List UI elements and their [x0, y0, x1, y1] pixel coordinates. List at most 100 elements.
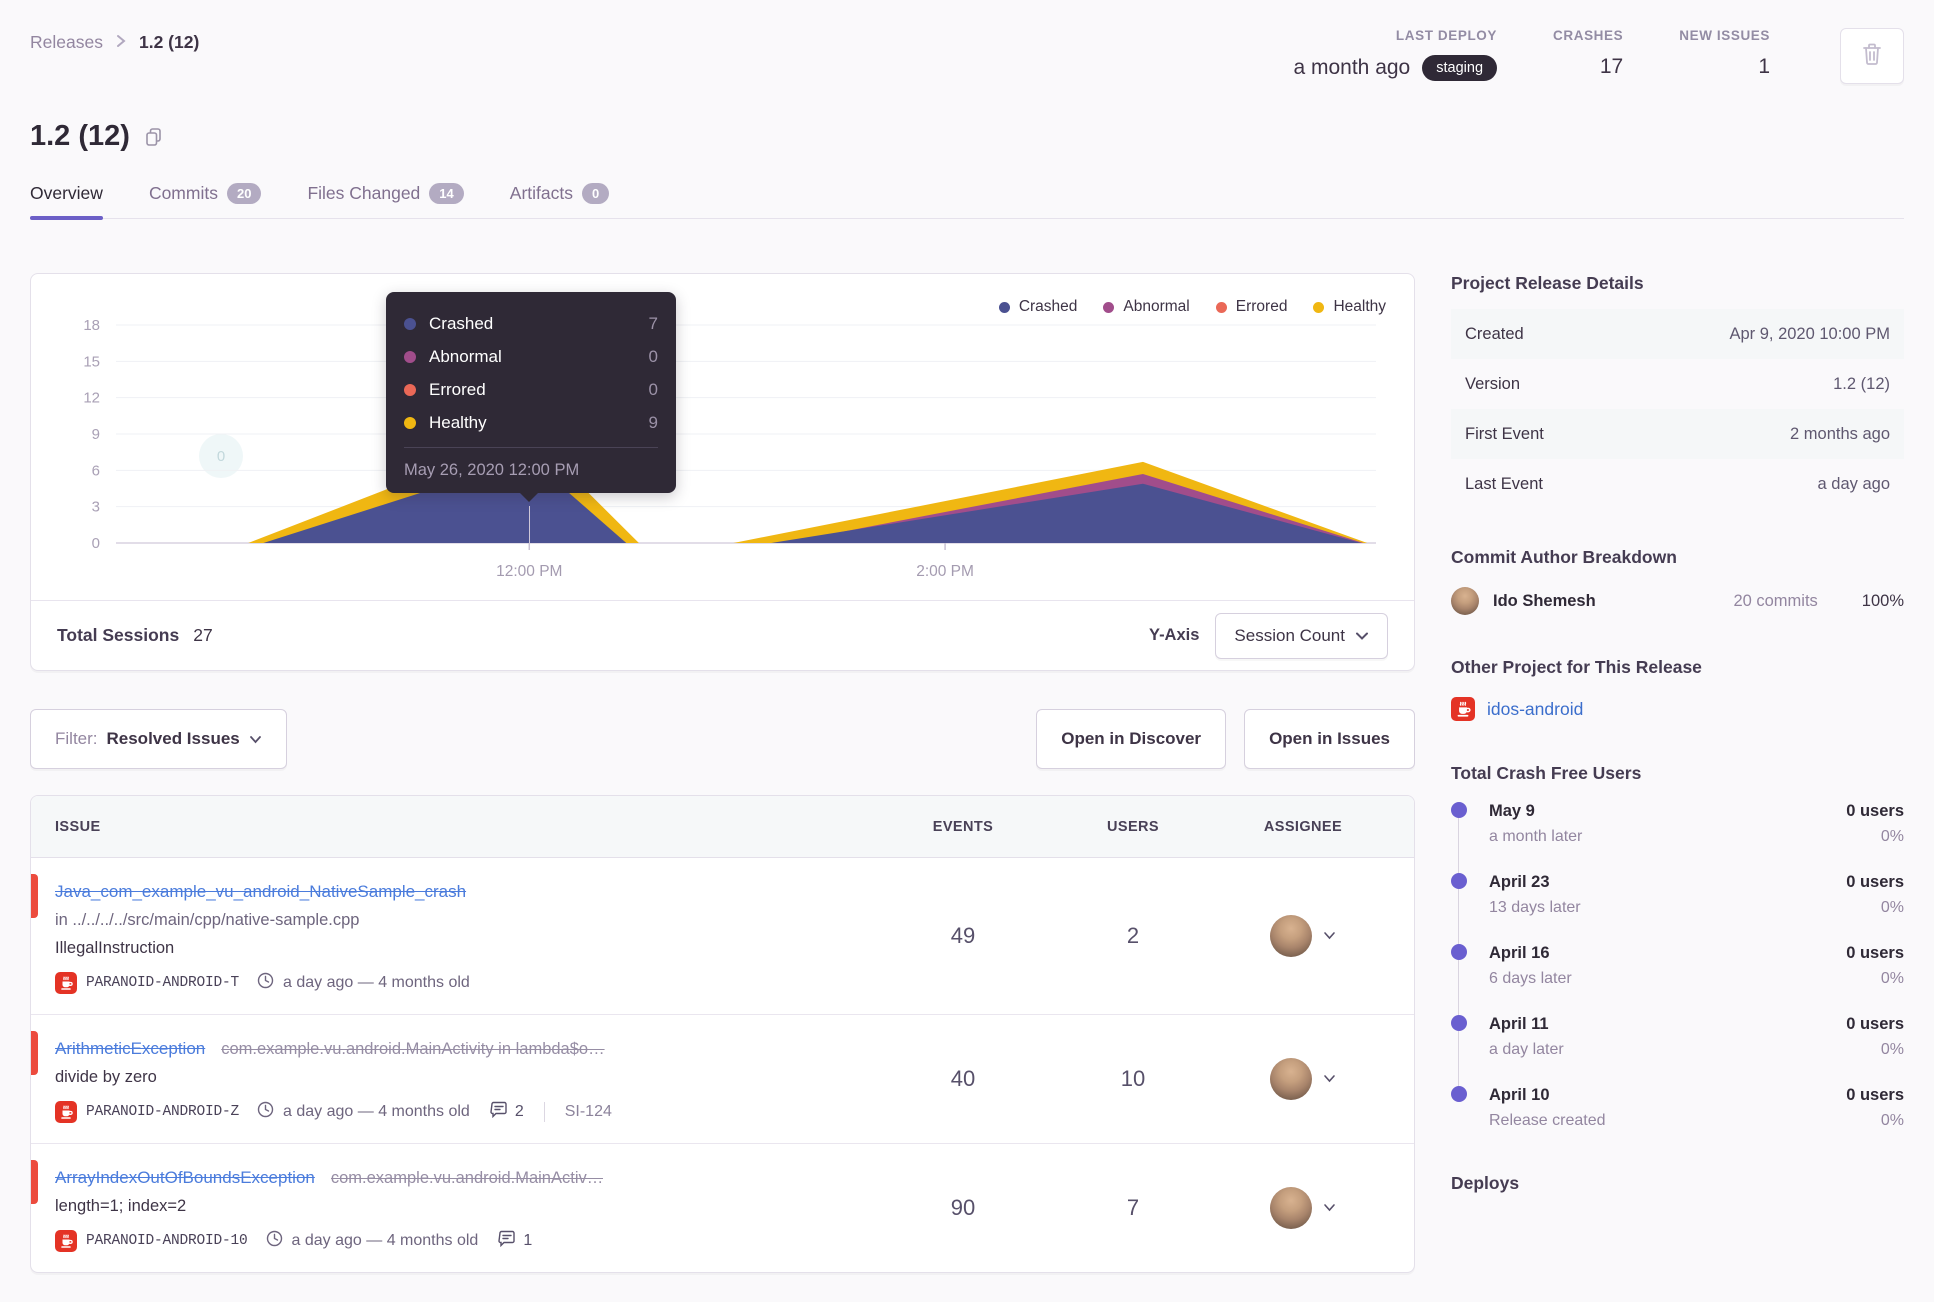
- clock-icon: [257, 972, 274, 994]
- issue-title-link[interactable]: ArrayIndexOutOfBoundsException: [55, 1164, 315, 1192]
- svg-text:18: 18: [83, 319, 100, 334]
- issues-filter-select[interactable]: Filter: Resolved Issues: [30, 709, 287, 769]
- copy-version-button[interactable]: [144, 127, 163, 147]
- project-badge[interactable]: PARANOID-ANDROID-10: [55, 1230, 248, 1252]
- artifacts-count-badge: 0: [581, 183, 610, 204]
- title-row: 1.2 (12): [30, 120, 1904, 153]
- avatar: [1270, 915, 1312, 957]
- crash-free-timeline: May 90 users a month later 0% April 23 0 u…: [1451, 799, 1904, 1133]
- crashed-dot-icon: [404, 317, 416, 330]
- staging-badge: staging: [1422, 55, 1498, 81]
- author-name: Ido Shemesh: [1493, 591, 1596, 610]
- project-badge[interactable]: PARANOID-ANDROID-Z: [55, 1101, 239, 1123]
- issue-age: a day ago — 4 months old: [257, 1101, 470, 1123]
- chart-footer: Total Sessions 27 Y-Axis Session Count: [31, 600, 1414, 670]
- detail-row-first-event: First Event 2 months ago: [1451, 409, 1904, 459]
- legend-item-healthy[interactable]: Healthy: [1313, 298, 1386, 316]
- avatar: [1270, 1187, 1312, 1229]
- chevron-down-icon: [1323, 1199, 1336, 1217]
- comments-count[interactable]: 1: [498, 1230, 532, 1252]
- issue-age: a day ago — 4 months old: [266, 1230, 478, 1252]
- crash-free-users-section: Total Crash Free Users May 90 users a mo…: [1451, 763, 1904, 1133]
- top-bar: Releases 1.2 (12) LAST DEPLOY a month ag…: [30, 0, 1904, 84]
- events-count: 40: [950, 1066, 976, 1091]
- crashes-value: 17: [1599, 55, 1624, 78]
- col-events: EVENTS: [932, 818, 994, 835]
- comment-icon: [490, 1101, 508, 1123]
- commit-author-breakdown-section: Commit Author Breakdown Ido Shemesh 20 c…: [1451, 547, 1904, 619]
- issues-table-header: ISSUE EVENTS USERS ASSIGNEE: [31, 796, 1414, 858]
- author-row: Ido Shemesh 20 commits 100%: [1451, 583, 1904, 619]
- other-project-link[interactable]: idos-android: [1487, 699, 1583, 720]
- timeline-dot-icon: [1451, 873, 1467, 889]
- issue-location: in ../../../../src/main/cpp/native-sampl…: [55, 911, 360, 929]
- open-in-issues-button[interactable]: Open in Issues: [1244, 709, 1415, 769]
- project-release-details-section: Project Release Details Created Apr 9, 2…: [1451, 273, 1904, 509]
- author-percent: 100%: [1861, 591, 1904, 610]
- issue-culprit: com.example.vu.android.MainActiv…: [330, 1169, 604, 1187]
- breadcrumb-releases[interactable]: Releases: [30, 32, 103, 53]
- svg-text:0: 0: [92, 535, 100, 552]
- chevron-down-icon: [249, 729, 262, 749]
- java-project-icon: [1451, 697, 1475, 721]
- new-issues-value: 1: [1758, 55, 1770, 78]
- delete-release-button[interactable]: [1840, 28, 1904, 84]
- project-badge[interactable]: PARANOID-ANDROID-T: [55, 972, 239, 994]
- commits-count-badge: 20: [226, 183, 262, 204]
- linked-ticket[interactable]: SI-124: [565, 1103, 612, 1121]
- breadcrumb-current: 1.2 (12): [138, 32, 200, 52]
- assignee-dropdown[interactable]: [1218, 1058, 1388, 1100]
- sessions-area-chart[interactable]: 0 3 6 9 12 15 18 12:00 PM 2:00 PM: [56, 319, 1386, 589]
- section-title: Total Crash Free Users: [1451, 763, 1642, 783]
- detail-row-version: Version 1.2 (12): [1465, 374, 1890, 393]
- legend-item-crashed[interactable]: Crashed: [998, 298, 1077, 316]
- other-project-row: idos-android: [1451, 693, 1904, 725]
- tab-overview[interactable]: Overview: [30, 183, 103, 220]
- tab-commits[interactable]: Commits 20: [149, 183, 262, 218]
- trash-icon: [1861, 42, 1883, 71]
- comments-count[interactable]: 2: [490, 1101, 524, 1123]
- section-title: Project Release Details: [1451, 273, 1644, 293]
- assignee-dropdown[interactable]: [1218, 1187, 1388, 1229]
- open-in-discover-button[interactable]: Open in Discover: [1036, 709, 1227, 769]
- svg-text:15: 15: [83, 353, 100, 370]
- users-count: 10: [1120, 1066, 1146, 1091]
- timeline-dot-icon: [1451, 1015, 1467, 1031]
- svg-text:12: 12: [83, 390, 100, 407]
- tab-artifacts[interactable]: Artifacts 0: [510, 183, 610, 218]
- chart-hover-line: [529, 506, 530, 543]
- clock-icon: [266, 1230, 283, 1252]
- abnormal-dot-icon: [1103, 301, 1115, 313]
- resolved-indicator-bar: [31, 1160, 38, 1204]
- tooltip-row-errored: Errored 0: [404, 373, 658, 406]
- chevron-down-icon: [1355, 626, 1369, 646]
- total-sessions-label: Total Sessions: [57, 625, 180, 645]
- tab-bar: Overview Commits 20 Files Changed 14 Artif…: [30, 183, 1904, 220]
- issue-title-link[interactable]: Java_com_example_vu_android_NativeSample…: [55, 878, 466, 906]
- stat-last-deploy: LAST DEPLOY a month ago staging: [1293, 28, 1498, 81]
- legend-item-errored[interactable]: Errored: [1215, 298, 1287, 316]
- tab-files-changed[interactable]: Files Changed 14: [307, 183, 464, 218]
- crashes-label: CRASHES: [1553, 28, 1624, 43]
- assignee-dropdown[interactable]: [1218, 915, 1388, 957]
- svg-text:9: 9: [92, 426, 100, 443]
- project-name: PARANOID-ANDROID-T: [86, 975, 240, 991]
- list-item: April 11 0 users a day later 0%: [1451, 1012, 1904, 1062]
- timeline-dot-icon: [1451, 1086, 1467, 1102]
- resolved-indicator-bar: [31, 874, 38, 918]
- issue-title-link[interactable]: ArithmeticException: [55, 1035, 205, 1063]
- filter-row: Filter: Resolved Issues Open in Discover…: [30, 709, 1415, 769]
- list-item: April 23 0 users 13 days later 0%: [1451, 870, 1904, 920]
- files-changed-count-badge: 14: [429, 183, 464, 204]
- healthy-dot-icon: [1313, 301, 1325, 313]
- issue-message: length=1; index=2: [55, 1197, 187, 1215]
- section-title: Deploys: [1451, 1173, 1520, 1193]
- table-row: ArithmeticException com.example.vu.andro…: [31, 1015, 1414, 1144]
- chart-tooltip: Crashed 7 Abnormal 0 Errored 0 Healthy 9…: [386, 292, 676, 502]
- yaxis-select[interactable]: Session Count: [1215, 612, 1388, 659]
- project-name: PARANOID-ANDROID-10: [86, 1233, 248, 1249]
- other-project-section: Other Project for This Release idos-andr…: [1451, 657, 1904, 725]
- list-item: May 90 users a month later 0%: [1451, 799, 1904, 849]
- legend-item-abnormal[interactable]: Abnormal: [1103, 298, 1190, 316]
- detail-row-last-event: Last Event a day ago: [1465, 474, 1890, 493]
